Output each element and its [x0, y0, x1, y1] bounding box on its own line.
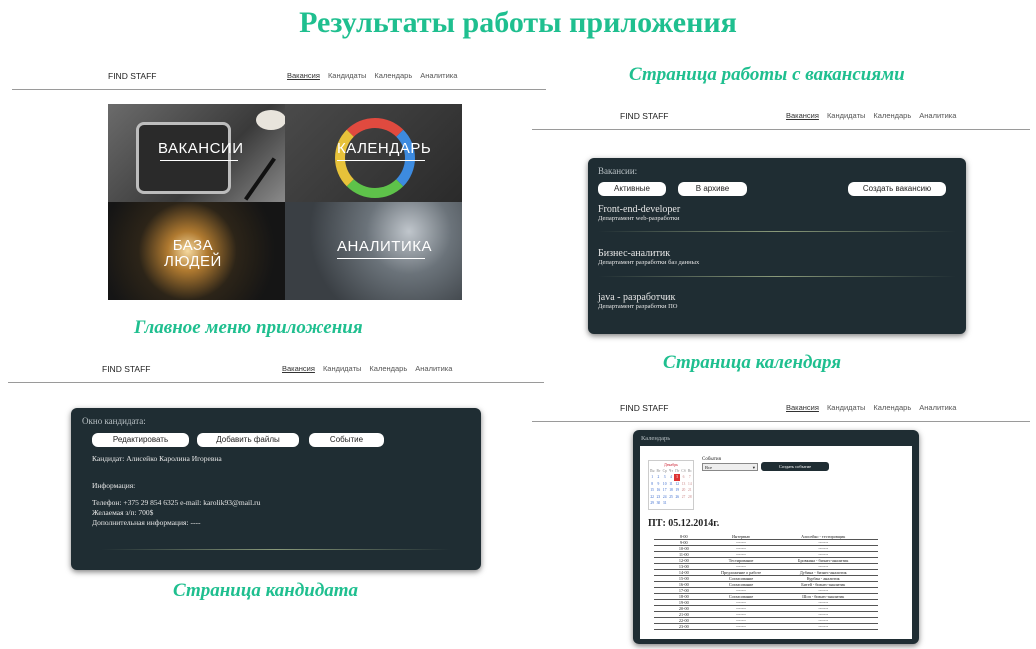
nav-item-analytics[interactable]: Аналитика	[420, 71, 457, 80]
candidate-heading: Окно кандидата:	[82, 416, 146, 426]
nav-item-candidates[interactable]: Кандидаты	[323, 364, 361, 373]
vacancies-panel: Вакансии: Активные В архиве Создать вака…	[588, 158, 966, 334]
tile-vacancies[interactable]: ВАКАНСИИ	[108, 104, 285, 202]
active-button[interactable]: Активные	[598, 182, 666, 196]
archive-button[interactable]: В архиве	[678, 182, 747, 196]
separator	[598, 231, 956, 232]
date-heading: ПТ: 05.12.2014г.	[648, 518, 720, 529]
cup-image	[256, 110, 285, 130]
create-vacancy-button[interactable]: Создать вакансию	[848, 182, 946, 196]
nav-item-vacancies[interactable]: Вакансия	[287, 71, 320, 80]
vacancies-heading: Вакансии:	[598, 166, 638, 176]
caption-calendar: Страница календаря	[663, 352, 842, 373]
tile-underline	[337, 160, 425, 161]
events-select-value: Все	[705, 465, 713, 470]
nav-menu: Вакансия Кандидаты Календарь Аналитика	[282, 364, 460, 373]
events-label: События	[702, 457, 721, 462]
page-title: Результаты работы приложения	[299, 6, 737, 39]
nav-item-calendar[interactable]: Календарь	[873, 403, 911, 412]
vacancy-title: Front-end-developer	[598, 204, 681, 215]
nav-item-candidates[interactable]: Кандидаты	[827, 403, 865, 412]
nav-item-vacancies[interactable]: Вакансия	[786, 403, 819, 412]
time-cell: 23-00	[654, 623, 714, 630]
nav-menu: Вакансия Кандидаты Календарь Аналитика	[287, 71, 465, 80]
tile-label-people-base: БАЗА ЛЮДЕЙ	[164, 237, 222, 270]
add-files-button[interactable]: Добавить файлы	[197, 433, 299, 447]
vacancy-title: java - разработчик	[598, 292, 676, 303]
create-event-button[interactable]: Создать событие	[761, 462, 829, 471]
candidate-cell: -------	[768, 623, 878, 630]
vacancy-item[interactable]: Бизнес-аналитик Департамент разработки б…	[598, 248, 699, 266]
tile-underline	[160, 160, 238, 161]
nav-item-calendar[interactable]: Календарь	[374, 71, 412, 80]
candidate-navbar: FIND STAFF Вакансия Кандидаты Календарь Ана…	[8, 359, 544, 383]
nav-item-calendar[interactable]: Календарь	[369, 364, 407, 373]
edit-button[interactable]: Редактировать	[92, 433, 189, 447]
main-menu-navbar: FIND STAFF Вакансия Кандидаты Календарь Ана…	[12, 66, 546, 90]
vacancy-dept: Департамент разработки ПО	[598, 303, 678, 310]
caption-vacancies: Страница работы с вакансиями	[629, 64, 905, 85]
logo: FIND STAFF	[620, 111, 669, 121]
nav-item-candidates[interactable]: Кандидаты	[827, 111, 865, 120]
logo: FIND STAFF	[108, 71, 157, 81]
nav-item-analytics[interactable]: Аналитика	[919, 403, 956, 412]
tile-label-analytics: АНАЛИТИКА	[337, 238, 432, 255]
table-row[interactable]: 23-00 ------- -------	[654, 623, 878, 630]
main-menu-tiles: ВАКАНСИИ КАЛЕНДАРЬ БАЗА ЛЮДЕЙ АНАЛИТИКА	[108, 104, 462, 300]
tile-label-vacancies: ВАКАНСИИ	[158, 140, 244, 157]
pie-chart-image	[335, 118, 415, 198]
vacancy-dept: Департамент web-разработки	[598, 215, 680, 222]
nav-item-candidates[interactable]: Кандидаты	[328, 71, 366, 80]
nav-item-calendar[interactable]: Календарь	[873, 111, 911, 120]
vacancies-navbar: FIND STAFF Вакансия Кандидаты Календарь Ана…	[532, 106, 1030, 130]
salary: Желаемая з/п: 700$	[92, 508, 154, 517]
calendar-content: Декабрь Пн Вт Ср Чт Пт Сб Вс 1 2 3 4 5 6 7 8 9 10 11 12 13 1…	[640, 446, 912, 639]
vacancy-item[interactable]: Front-end-developer Департамент web-разр…	[598, 204, 680, 222]
vacancy-title: Бизнес-аналитик	[598, 248, 671, 259]
separator	[598, 276, 956, 277]
mini-calendar-grid: Пн Вт Ср Чт Пт Сб Вс 1 2 3 4 5 6 7 8 9 10 11 12 13 14 15 16 17 1…	[649, 468, 693, 506]
caption-main-menu: Главное меню приложения	[134, 317, 363, 338]
nav-item-analytics[interactable]: Аналитика	[919, 111, 956, 120]
caption-candidate: Страница кандидата	[173, 580, 359, 601]
nav-menu: Вакансия Кандидаты Календарь Аналитика	[786, 403, 964, 412]
tile-underline	[337, 258, 425, 259]
vacancy-item[interactable]: java - разработчик Департамент разработк…	[598, 292, 677, 310]
tile-analytics[interactable]: АНАЛИТИКА	[285, 202, 462, 300]
calendar-panel: Календарь Декабрь Пн Вт Ср Чт Пт Сб Вс 1 2 3 4 5 6 7 8…	[633, 430, 919, 644]
extra-info: Дополнительная информация: ----	[92, 518, 201, 527]
events-select[interactable]: Все ▾	[702, 463, 758, 471]
mini-calendar-week: 29 30 31	[649, 500, 693, 506]
logo: FIND STAFF	[102, 364, 151, 374]
calendar-navbar: FIND STAFF Вакансия Кандидаты Календарь Ана…	[532, 398, 1030, 422]
nav-item-vacancies[interactable]: Вакансия	[282, 364, 315, 373]
tile-label-calendar: КАЛЕНДАРЬ	[337, 140, 432, 157]
nav-menu: Вакансия Кандидаты Календарь Аналитика	[786, 111, 964, 120]
vacancy-dept: Департамент разработки баз данных	[598, 259, 700, 266]
candidate-panel: Окно кандидата: Редактировать Добавить ф…	[71, 408, 481, 570]
schedule-table: 8-00 Интервью Алисейко - тестировщик 9-00 --…	[654, 534, 878, 630]
event-cell: Предложение о работе	[713, 569, 769, 576]
logo: FIND STAFF	[620, 403, 669, 413]
event-cell: -------	[713, 623, 769, 630]
calendar-heading: Календарь	[641, 435, 671, 442]
candidate-name: Кандидат: Алисейко Каролина Игоревна	[92, 454, 222, 463]
info-label: Информация:	[92, 481, 136, 490]
tile-calendar[interactable]: КАЛЕНДАРЬ	[285, 104, 462, 202]
day-cell[interactable]	[687, 500, 693, 506]
mini-calendar-month: Декабрь	[663, 462, 679, 467]
contacts: Телефон: +375 29 854 6325 e-mail: karoli…	[92, 498, 261, 507]
separator	[101, 549, 451, 550]
tile-people-base[interactable]: БАЗА ЛЮДЕЙ	[108, 202, 285, 300]
pen-image	[244, 157, 276, 201]
chevron-down-icon: ▾	[752, 465, 755, 470]
event-button[interactable]: Событие	[309, 433, 384, 447]
mini-calendar[interactable]: Декабрь Пн Вт Ср Чт Пт Сб Вс 1 2 3 4 5 6 7 8 9 10 11 12 13 1…	[648, 460, 694, 510]
nav-item-vacancies[interactable]: Вакансия	[786, 111, 819, 120]
tablet-image	[136, 122, 231, 194]
nav-item-analytics[interactable]: Аналитика	[415, 364, 452, 373]
